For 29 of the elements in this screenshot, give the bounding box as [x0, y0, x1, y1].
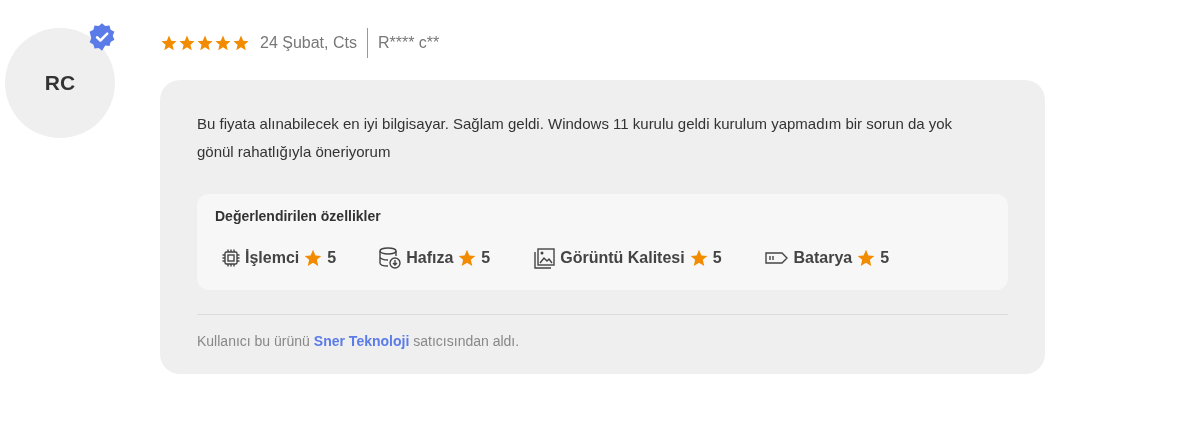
- seller-link[interactable]: Sner Teknoloji: [313, 333, 410, 349]
- star-icon: [214, 34, 232, 52]
- feature-rating: 5: [880, 249, 890, 267]
- reviewer-name: R**** c**: [377, 34, 440, 52]
- seller-note: satıcısından aldı.: [413, 333, 520, 349]
- star-icon: [232, 34, 250, 52]
- feature-rating: 5: [327, 249, 337, 267]
- star-icon: [196, 34, 214, 52]
- features-title: Değerlendirilen özellikler: [215, 208, 382, 224]
- review-date: 24 Şubat, Cts: [260, 34, 357, 52]
- star-icon: [856, 248, 877, 268]
- star-icon: [178, 34, 196, 52]
- feature-rating: 5: [481, 249, 491, 267]
- chip-icon: [221, 248, 241, 268]
- feature-label: Görüntü Kalitesi: [560, 249, 685, 267]
- feature-rating: 5: [712, 249, 722, 267]
- review-text: Bu fiyata alınabilecek en iyi bilgisayar. Sağlam geldi. Windows 11 kurulu geldi kurulum yapmadım bir sorun da yok gönül rahatlığıyla öneriyorum: [197, 114, 954, 162]
- image-icon: [532, 246, 557, 270]
- battery-icon: [763, 251, 790, 265]
- feature-label: Hafıza: [406, 249, 454, 267]
- star-icon: [688, 248, 709, 268]
- star-icon: [303, 248, 324, 268]
- seller-note: Kullanıcı bu ürünü: [197, 333, 310, 349]
- database-download-icon: [378, 246, 403, 270]
- star-icon: [457, 248, 478, 268]
- avatar-initials: RC: [44, 71, 76, 95]
- feature-label: Batarya: [793, 249, 853, 267]
- feature-label: İşlemci: [245, 249, 300, 267]
- star-icon: [160, 34, 178, 52]
